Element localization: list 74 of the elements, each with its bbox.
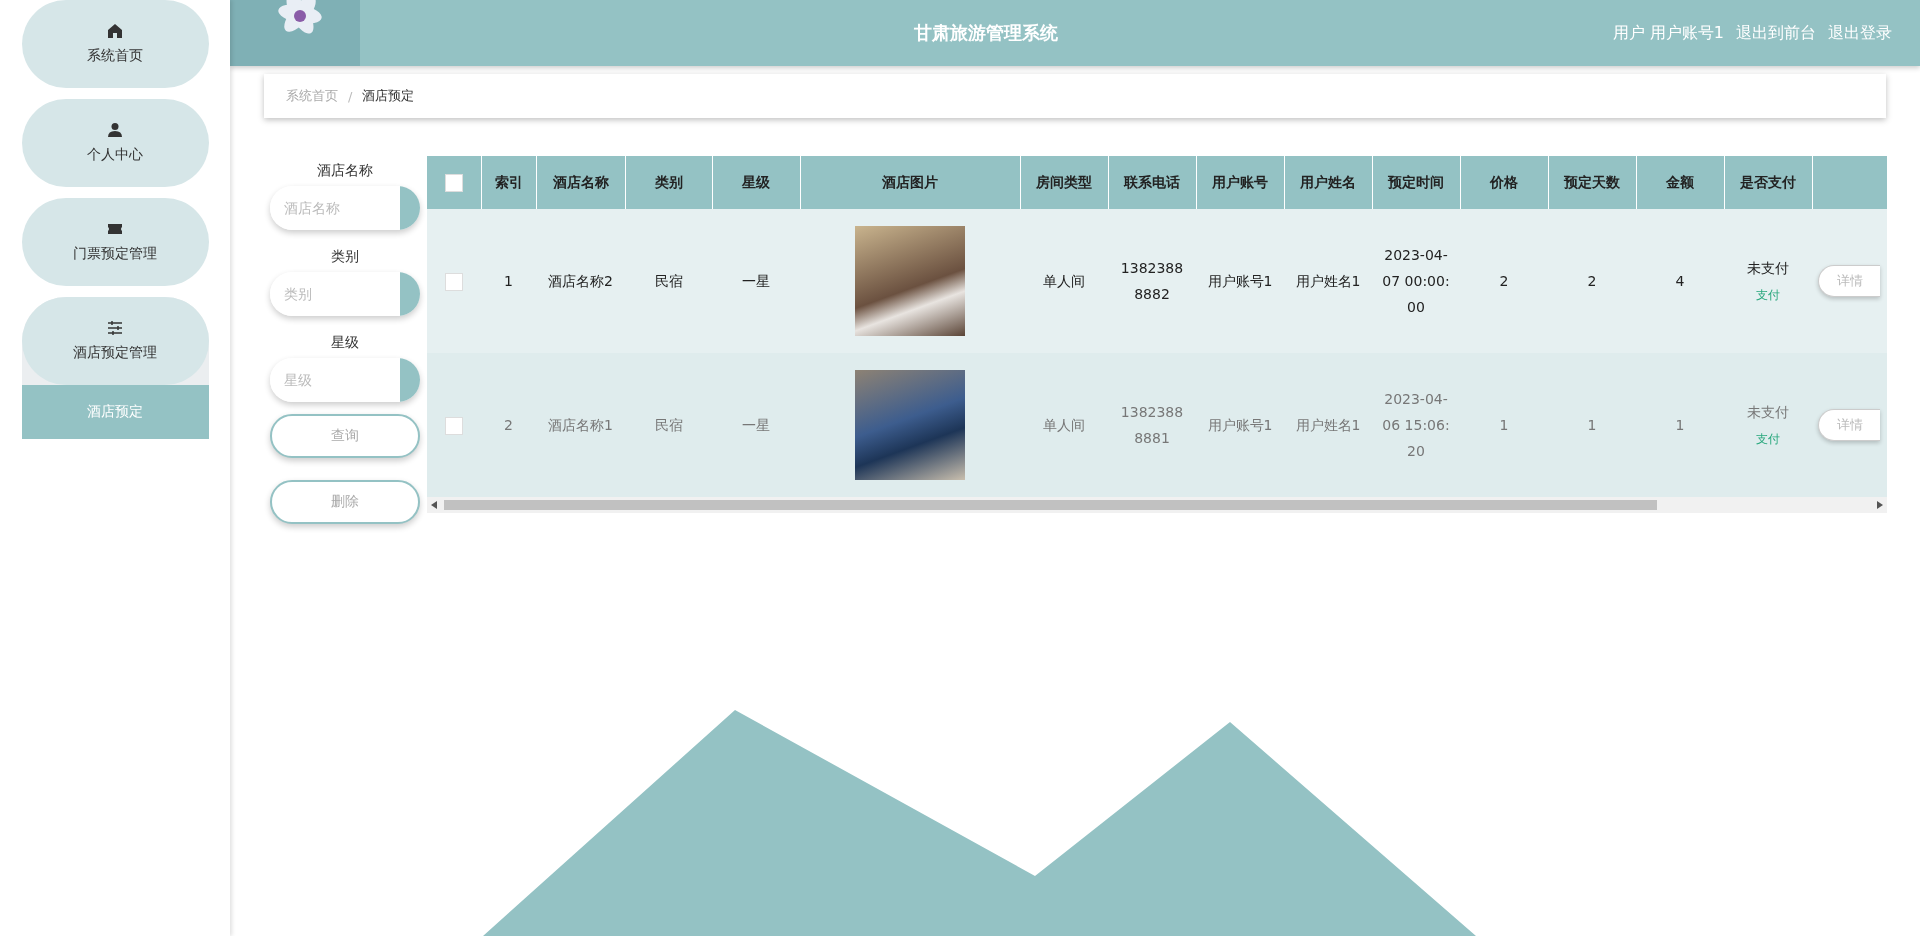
column-header: 酒店名称	[536, 156, 625, 209]
table-cell: 一星	[742, 273, 770, 289]
column-header: 索引	[481, 156, 536, 209]
column-header: 金额	[1636, 156, 1724, 209]
table-cell: 1	[504, 273, 513, 289]
breadcrumb-separator: /	[348, 88, 353, 104]
search-field[interactable]: 酒店名称	[270, 186, 420, 230]
table-cell: 2023-04-07 00:00:00	[1382, 247, 1450, 315]
app-title: 甘肃旅游管理系统	[913, 21, 1060, 45]
detail-button[interactable]: 详情	[1818, 265, 1880, 297]
column-header: 预定天数	[1548, 156, 1636, 209]
sidebar-item[interactable]: 酒店预定管理	[21, 297, 209, 385]
table-cell: 单人间	[1043, 417, 1085, 433]
column-header: 酒店图片	[800, 156, 1020, 209]
table-cell: 用户账号1	[1207, 273, 1273, 289]
query-button[interactable]: 查询	[270, 414, 420, 458]
scroll-right-icon[interactable]	[1877, 501, 1883, 509]
column-header: 联系电话	[1108, 156, 1196, 209]
field-label: 酒店名称	[317, 161, 373, 180]
table-cell: 2023-04-06 15:06:20	[1382, 391, 1450, 459]
table-cell: 民宿	[654, 273, 683, 289]
scroll-left-icon[interactable]	[431, 501, 437, 509]
sidebar-item[interactable]: 系统首页	[21, 0, 209, 88]
payment-status: 未支付	[1746, 402, 1790, 422]
table-cell: 1	[1675, 417, 1685, 433]
column-header: 预定时间	[1372, 156, 1460, 209]
column-header: 是否支付	[1724, 156, 1812, 209]
table-cell: 用户账号1	[1207, 417, 1273, 433]
delete-button[interactable]: 删除	[270, 480, 420, 524]
row-checkbox[interactable]	[445, 417, 463, 435]
table-cell: 1	[1587, 417, 1597, 433]
table-cell: 13823888881	[1120, 404, 1184, 446]
table-cell: 1	[1499, 417, 1509, 433]
search-field[interactable]: 星级	[270, 358, 420, 402]
header-link[interactable]: 退出登录	[1828, 22, 1892, 44]
table-cell: 2	[504, 417, 513, 433]
select-all-checkbox[interactable]	[444, 173, 463, 192]
table-cell: 民宿	[654, 417, 683, 433]
table-cell: 2	[1499, 273, 1509, 289]
column-header: 用户账号	[1196, 156, 1284, 209]
breadcrumb-item[interactable]: 系统首页	[286, 87, 338, 105]
row-checkbox[interactable]	[445, 273, 463, 291]
sidebar-item[interactable]: 个人中心	[21, 99, 209, 187]
column-header: 用户姓名	[1284, 156, 1372, 209]
home-icon	[107, 23, 123, 39]
table-cell: 2	[1587, 273, 1597, 289]
pay-link[interactable]: 支付	[1756, 431, 1780, 446]
detail-button[interactable]: 详情	[1818, 409, 1880, 441]
table-cell: 酒店名称2	[548, 273, 613, 289]
payment-status: 未支付	[1746, 258, 1790, 278]
field-label: 类别	[331, 247, 359, 266]
table-cell: 用户姓名1	[1295, 273, 1361, 289]
pay-link[interactable]: 支付	[1756, 287, 1780, 302]
ticket-icon	[107, 221, 123, 237]
column-header: 类别	[625, 156, 712, 209]
sidebar-item[interactable]: 门票预定管理	[21, 198, 209, 286]
sidebar-subitem[interactable]: 酒店预定	[21, 385, 209, 439]
header-link[interactable]: 退出到前台	[1736, 22, 1816, 44]
column-header: 价格	[1460, 156, 1548, 209]
horizontal-scrollbar[interactable]	[427, 497, 1887, 513]
table-cell: 4	[1675, 273, 1685, 289]
person-icon	[107, 122, 123, 138]
column-header: 房间类型	[1020, 156, 1108, 209]
sliders-icon	[107, 320, 123, 336]
table-cell: 一星	[742, 417, 770, 433]
search-field[interactable]: 类别	[270, 272, 420, 316]
breadcrumb-item[interactable]: 酒店预定	[362, 87, 415, 105]
column-header: 星级	[712, 156, 800, 209]
field-label: 星级	[331, 333, 359, 352]
user-label: 用户 用户账号1	[1612, 22, 1724, 44]
table-cell: 13823888882	[1120, 260, 1184, 302]
table-cell: 单人间	[1043, 273, 1085, 289]
table-cell: 用户姓名1	[1295, 417, 1361, 433]
table-cell: 酒店名称1	[548, 417, 613, 433]
